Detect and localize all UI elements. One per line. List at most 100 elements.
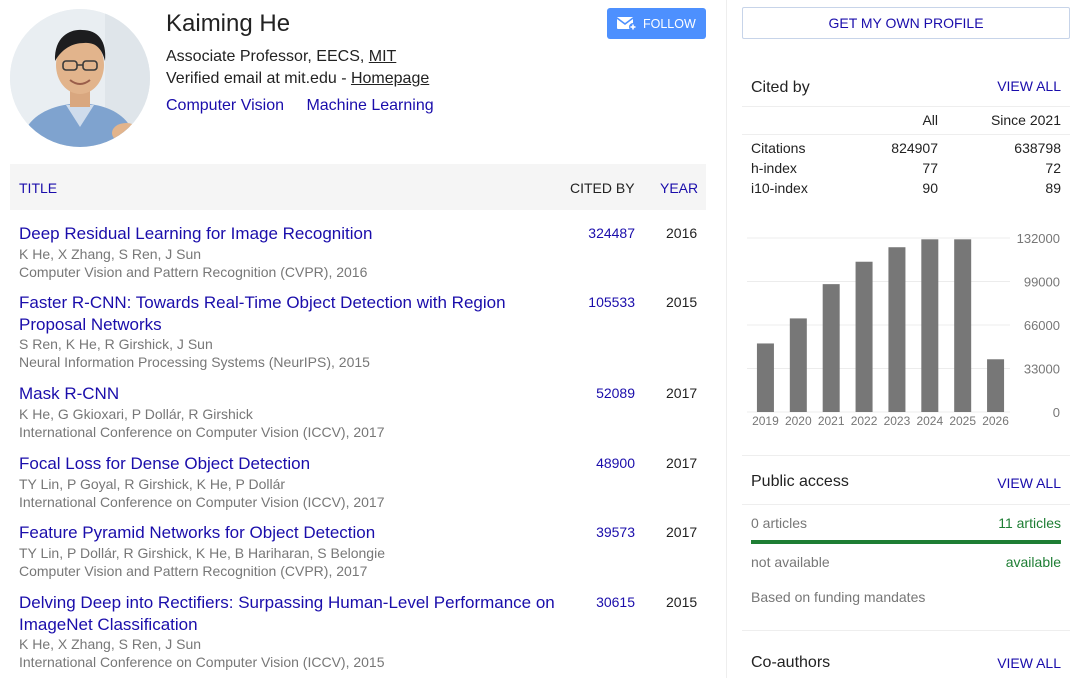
sort-by-title[interactable]: TITLE bbox=[19, 180, 57, 196]
citations-per-year-chart: 132000 99000 66000 33000 0 2019 2020 2021 2022 20… bbox=[747, 231, 1060, 428]
article-venue: Computer Vision and Pattern Recognition … bbox=[19, 263, 368, 280]
available-label: available bbox=[1005, 554, 1061, 570]
chart-bar-2022[interactable] bbox=[855, 261, 873, 412]
chart-x-tick-label: 2021 bbox=[818, 414, 845, 428]
affiliation: Associate Professor, EECS, MIT bbox=[166, 48, 396, 66]
article-year: 2015 bbox=[666, 294, 698, 310]
person-avatar-icon bbox=[10, 9, 150, 147]
stats-all-value: 90 bbox=[922, 180, 938, 196]
article-cited-by-link[interactable]: 324487 bbox=[559, 225, 635, 241]
chart-bar-2023[interactable] bbox=[888, 247, 906, 412]
cited-by-view-all-link[interactable]: VIEW ALL bbox=[997, 78, 1061, 94]
coauthors-view-all-link[interactable]: VIEW ALL bbox=[997, 655, 1061, 671]
article-year: 2015 bbox=[666, 594, 698, 610]
chart-bar-2019[interactable] bbox=[756, 343, 774, 412]
article-title-link[interactable]: Delving Deep into Rectifiers: Surpassing… bbox=[19, 592, 559, 635]
not-available-count: 0 articles bbox=[751, 515, 808, 531]
stats-label: i10-index bbox=[751, 180, 808, 196]
research-interests: Computer Vision Machine Learning bbox=[166, 97, 452, 115]
chart-y-tick-label: 0 bbox=[1053, 405, 1060, 420]
stats-row: i10-index 90 89 bbox=[751, 180, 1061, 200]
article-row: Focal Loss for Dense Object Detection TY… bbox=[19, 453, 709, 511]
cited-by-header: CITED BY bbox=[570, 180, 635, 196]
affiliation-link[interactable]: MIT bbox=[369, 48, 397, 65]
get-my-own-profile-button[interactable]: GET MY OWN PROFILE bbox=[742, 7, 1070, 39]
article-venue: International Conference on Computer Vis… bbox=[19, 654, 385, 670]
article-cited-by-link[interactable]: 105533 bbox=[559, 294, 635, 310]
stats-label: h-index bbox=[751, 160, 797, 176]
article-row: Faster R-CNN: Towards Real-Time Object D… bbox=[19, 292, 709, 371]
sort-by-year[interactable]: YEAR bbox=[660, 180, 698, 196]
not-available-label: not available bbox=[751, 554, 830, 570]
profile-name: Kaiming He bbox=[166, 10, 291, 37]
chart-y-tick-label: 132000 bbox=[1017, 231, 1060, 246]
cited-by-title: Cited by bbox=[751, 79, 810, 96]
article-year: 2016 bbox=[666, 225, 698, 241]
interest-link-computer-vision[interactable]: Computer Vision bbox=[166, 97, 284, 114]
article-venue: International Conference on Computer Vis… bbox=[19, 423, 385, 440]
chart-y-tick-label: 66000 bbox=[1024, 318, 1060, 333]
column-divider bbox=[726, 0, 727, 678]
profile-photo bbox=[10, 9, 150, 147]
chart-x-tick-label: 2020 bbox=[785, 414, 812, 428]
public-access-bar bbox=[751, 540, 1061, 544]
stats-label: Citations bbox=[751, 140, 806, 156]
follow-button[interactable]: FOLLOW bbox=[607, 8, 706, 39]
article-authors: K He, G Gkioxari, P Dollár, R Girshick bbox=[19, 405, 253, 422]
article-row: Feature Pyramid Networks for Object Dete… bbox=[19, 522, 709, 580]
email-plus-icon bbox=[617, 17, 637, 31]
chart-bar-2024[interactable] bbox=[921, 239, 939, 412]
article-cited-by-link[interactable]: 52089 bbox=[559, 385, 635, 401]
stats-col-all: All bbox=[922, 112, 938, 128]
article-year: 2017 bbox=[666, 385, 698, 401]
article-row: Deep Residual Learning for Image Recogni… bbox=[19, 223, 709, 281]
article-year: 2017 bbox=[666, 455, 698, 471]
chart-y-tick-label: 99000 bbox=[1024, 275, 1060, 290]
article-title-link[interactable]: Faster R-CNN: Towards Real-Time Object D… bbox=[19, 292, 559, 335]
homepage-link[interactable]: Homepage bbox=[351, 70, 429, 87]
chart-bar-2020[interactable] bbox=[789, 318, 807, 412]
article-authors: TY Lin, P Goyal, R Girshick, K He, P Dol… bbox=[19, 475, 286, 492]
stats-all-value: 824907 bbox=[891, 140, 938, 156]
chart-bar-2026[interactable] bbox=[987, 359, 1005, 412]
interest-link-machine-learning[interactable]: Machine Learning bbox=[306, 97, 433, 114]
chart-x-tick-label: 2023 bbox=[884, 414, 911, 428]
article-cited-by-link[interactable]: 48900 bbox=[559, 455, 635, 471]
article-venue: Computer Vision and Pattern Recognition … bbox=[19, 562, 368, 579]
chart-x-tick-label: 2024 bbox=[916, 414, 943, 428]
article-title-link[interactable]: Mask R-CNN bbox=[19, 383, 559, 405]
articles-table-header: TITLE CITED BY YEAR bbox=[10, 164, 706, 210]
stats-row: Citations 824907 638798 bbox=[751, 140, 1061, 160]
article-row: Mask R-CNN K He, G Gkioxari, P Dollár, R… bbox=[19, 383, 709, 441]
divider bbox=[742, 106, 1070, 107]
verified-email-text: Verified email at mit.edu - bbox=[166, 70, 351, 87]
article-title-link[interactable]: Feature Pyramid Networks for Object Dete… bbox=[19, 522, 559, 544]
email-line: Verified email at mit.edu - Homepage bbox=[166, 70, 429, 88]
stats-col-since: Since 2021 bbox=[990, 112, 1061, 128]
public-access-view-all-link[interactable]: VIEW ALL bbox=[997, 475, 1061, 491]
chart-x-tick-label: 2019 bbox=[752, 414, 779, 428]
article-authors: K He, X Zhang, S Ren, J Sun bbox=[19, 245, 202, 262]
divider bbox=[742, 455, 1070, 456]
chart-x-tick-label: 2026 bbox=[982, 414, 1009, 428]
article-year: 2017 bbox=[666, 524, 698, 540]
stats-row: h-index 77 72 bbox=[751, 160, 1061, 180]
chart-x-tick-label: 2025 bbox=[949, 414, 976, 428]
article-venue: International Conference on Computer Vis… bbox=[19, 493, 385, 510]
citation-stats-table: All Since 2021 Citations 824907 638798 h… bbox=[751, 112, 1061, 200]
chart-bar-2025[interactable] bbox=[954, 239, 972, 412]
chart-bar-2021[interactable] bbox=[822, 284, 840, 412]
stats-header-row: All Since 2021 bbox=[751, 112, 1061, 132]
article-row: Delving Deep into Rectifiers: Surpassing… bbox=[19, 592, 709, 671]
article-cited-by-link[interactable]: 30615 bbox=[559, 594, 635, 610]
chart-y-tick-label: 33000 bbox=[1024, 362, 1060, 377]
article-cited-by-link[interactable]: 39573 bbox=[559, 524, 635, 540]
article-title-link[interactable]: Deep Residual Learning for Image Recogni… bbox=[19, 223, 559, 245]
article-title-link[interactable]: Focal Loss for Dense Object Detection bbox=[19, 453, 559, 475]
stats-all-value: 77 bbox=[922, 160, 938, 176]
stats-since-value: 89 bbox=[1045, 180, 1061, 196]
public-access-title: Public access bbox=[751, 473, 849, 490]
chart-x-tick-label: 2022 bbox=[851, 414, 878, 428]
available-count: 11 articles bbox=[998, 515, 1061, 531]
stats-since-value: 638798 bbox=[1014, 140, 1061, 156]
